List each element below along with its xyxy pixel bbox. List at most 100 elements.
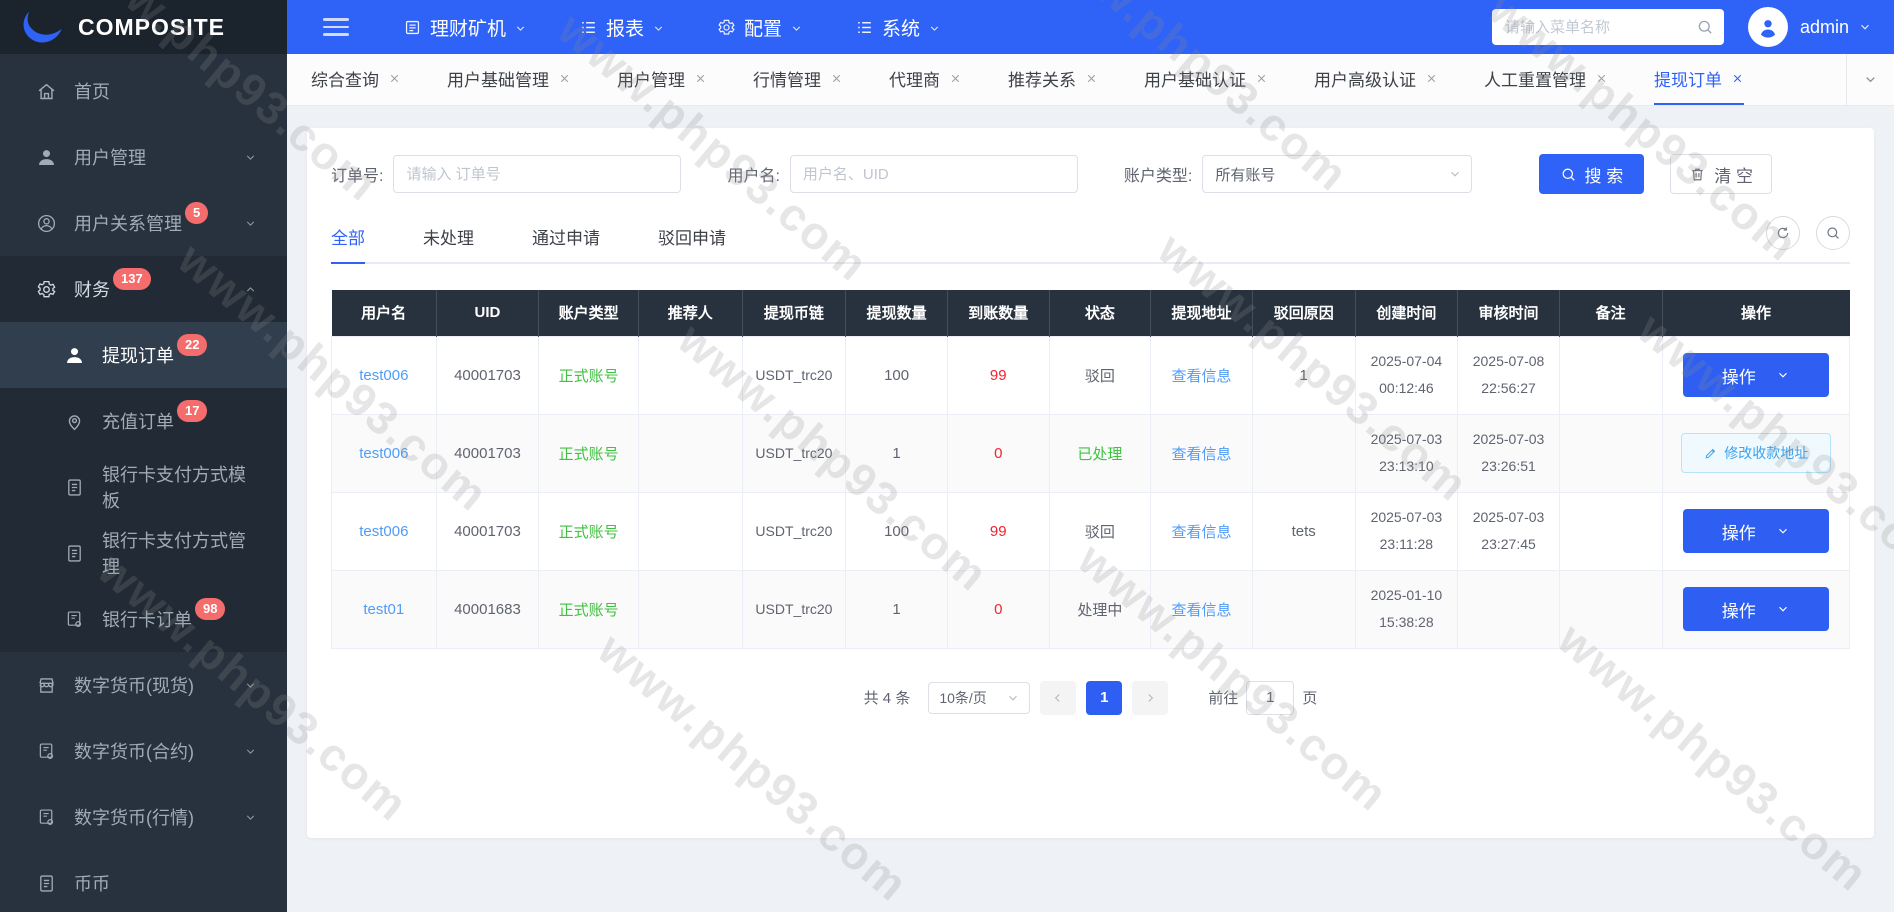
cell-value[interactable]: 查看信息 xyxy=(1172,446,1232,463)
column-header: 提现地址 xyxy=(1151,290,1253,336)
prev-page-button[interactable] xyxy=(1040,681,1076,715)
menu-search-input[interactable] xyxy=(1492,9,1724,45)
topnav-menu[interactable]: 理财矿机 xyxy=(403,14,527,41)
page-1-button[interactable]: 1 xyxy=(1086,681,1122,715)
avatar[interactable] xyxy=(1748,7,1788,47)
sidebar-item[interactable]: 银行卡支付方式管理 xyxy=(0,520,287,586)
action-dropdown-button[interactable]: 操作 xyxy=(1683,509,1829,553)
table-row: test00640001703正式账号USDT_trc2010099驳回查看信息… xyxy=(332,492,1850,570)
sidebar-item[interactable]: 充值订单17 xyxy=(0,388,287,454)
cell-value[interactable]: test01 xyxy=(363,601,404,618)
brand[interactable]: COMPOSITE xyxy=(0,0,287,54)
username-input[interactable] xyxy=(790,155,1078,193)
table-row: test00640001703正式账号USDT_trc2010已处理查看信息20… xyxy=(332,414,1850,492)
edit-icon xyxy=(1703,446,1718,461)
status-tab-3[interactable]: 通过申请 xyxy=(532,224,600,264)
status-tab-4[interactable]: 驳回申请 xyxy=(658,224,726,264)
cell-value: 2025-07-03 23:26:51 xyxy=(1470,426,1548,479)
tab-9[interactable]: 人工重置管理 xyxy=(1484,54,1608,105)
sidebar-item-label: 提现订单 xyxy=(102,342,174,368)
cell-value: 驳回 xyxy=(1085,368,1115,385)
sidebar-item[interactable]: 财务137 xyxy=(0,256,287,322)
sidebar-item[interactable]: 币币 xyxy=(0,850,287,912)
cell-amount: 100 xyxy=(846,336,948,414)
search-button[interactable]: 搜 索 xyxy=(1539,154,1645,194)
action-dropdown-button[interactable]: 操作 xyxy=(1683,353,1829,397)
next-page-button[interactable] xyxy=(1132,681,1168,715)
user-chevron-down-icon[interactable] xyxy=(1858,20,1872,34)
cell-value: USDT_trc20 xyxy=(755,440,833,467)
sidebar-item[interactable]: 首页 xyxy=(0,58,287,124)
sidebar-item[interactable]: 用户管理 xyxy=(0,124,287,190)
tab-3[interactable]: 用户管理 xyxy=(617,54,707,105)
cell-value[interactable]: 查看信息 xyxy=(1172,524,1232,541)
chevron-down-icon xyxy=(790,22,803,35)
cell-value[interactable]: test006 xyxy=(359,523,408,540)
tab-2[interactable]: 用户基础管理 xyxy=(447,54,571,105)
search-icon[interactable] xyxy=(1696,18,1714,36)
cell-username: test01 xyxy=(332,570,437,648)
sidebar-item[interactable]: 银行卡支付方式模板 xyxy=(0,454,287,520)
cell-value: 2025-07-04 00:12:46 xyxy=(1367,348,1445,401)
sidebar-item[interactable]: 数字货币(合约) xyxy=(0,718,287,784)
username-label: 用户名: xyxy=(727,162,779,186)
sidebar-item[interactable]: 提现订单22 xyxy=(0,322,287,388)
action-dropdown-button[interactable]: 操作 xyxy=(1683,587,1829,631)
hamburger-menu-icon[interactable] xyxy=(323,18,349,36)
user-icon xyxy=(36,147,57,168)
status-tab-2[interactable]: 未处理 xyxy=(423,224,474,264)
edit-address-button[interactable]: 修改收款地址 xyxy=(1681,433,1831,473)
topnav-menu[interactable]: 系统 xyxy=(855,14,941,41)
goto-page-input[interactable] xyxy=(1246,681,1294,715)
cell-value[interactable]: 查看信息 xyxy=(1172,368,1232,385)
clear-button[interactable]: 清 空 xyxy=(1670,154,1772,194)
status-tab-1[interactable]: 全部 xyxy=(331,224,365,264)
cell-value: 40001703 xyxy=(454,523,521,540)
cell-value: 100 xyxy=(884,523,909,540)
page-size-select[interactable]: 10条/页 xyxy=(928,682,1030,714)
tab-6[interactable]: 推荐关系 xyxy=(1008,54,1098,105)
topnav-menu[interactable]: 报表 xyxy=(579,14,665,41)
docgear-icon xyxy=(36,741,57,762)
cell-value[interactable]: 查看信息 xyxy=(1172,602,1232,619)
cell-value: 2025-07-03 23:11:28 xyxy=(1367,504,1445,557)
sidebar-item[interactable]: 数字货币(现货) xyxy=(0,652,287,718)
tabs-more-button[interactable] xyxy=(1846,54,1894,105)
order-no-label: 订单号: xyxy=(331,162,383,186)
account-type-value: 所有账号 xyxy=(1215,164,1275,185)
close-icon xyxy=(830,72,843,85)
sidebar-item[interactable]: 用户关系管理5 xyxy=(0,190,287,256)
cell-chain: USDT_trc20 xyxy=(742,492,846,570)
topnav-menu[interactable]: 配置 xyxy=(717,14,803,41)
column-header: 状态 xyxy=(1049,290,1151,336)
tab-8[interactable]: 用户高级认证 xyxy=(1314,54,1438,105)
topnav-menu-label: 理财矿机 xyxy=(430,14,506,41)
account-type-select[interactable]: 所有账号 xyxy=(1202,155,1472,193)
order-no-input[interactable] xyxy=(393,155,681,193)
tab-7[interactable]: 用户基础认证 xyxy=(1144,54,1268,105)
cell-value: 99 xyxy=(990,367,1007,384)
table-search-button[interactable] xyxy=(1816,216,1850,250)
refresh-button[interactable] xyxy=(1766,216,1800,250)
cell-address-link: 查看信息 xyxy=(1151,492,1253,570)
tab-5[interactable]: 代理商 xyxy=(889,54,962,105)
tab-1[interactable]: 综合查询 xyxy=(311,54,401,105)
chevron-right-icon xyxy=(1143,691,1157,705)
tab-4[interactable]: 行情管理 xyxy=(753,54,843,105)
refresh-icon xyxy=(1775,225,1791,241)
chevron-down-icon xyxy=(244,745,257,758)
cell-value[interactable]: test006 xyxy=(359,367,408,384)
cell-value: 2025-01-10 15:38:28 xyxy=(1367,582,1445,635)
user-name[interactable]: admin xyxy=(1800,17,1849,38)
close-icon xyxy=(1731,72,1744,85)
sidebar-item-label: 首页 xyxy=(74,78,110,104)
sidebar-item[interactable]: 银行卡订单98 xyxy=(0,586,287,652)
main-content: 综合查询用户基础管理用户管理行情管理代理商推荐关系用户基础认证用户高级认证人工重… xyxy=(287,54,1894,912)
cell-value[interactable]: test006 xyxy=(359,445,408,462)
person-icon xyxy=(1755,14,1781,40)
close-icon xyxy=(1085,72,1098,85)
tab-10[interactable]: 提现订单 xyxy=(1654,54,1744,105)
sidebar-item-label: 用户关系管理 xyxy=(74,210,182,236)
sidebar-item[interactable]: 数字货币(行情) xyxy=(0,784,287,850)
top-navigation: 理财矿机 报表 配置 系统 admin xyxy=(287,0,1894,54)
